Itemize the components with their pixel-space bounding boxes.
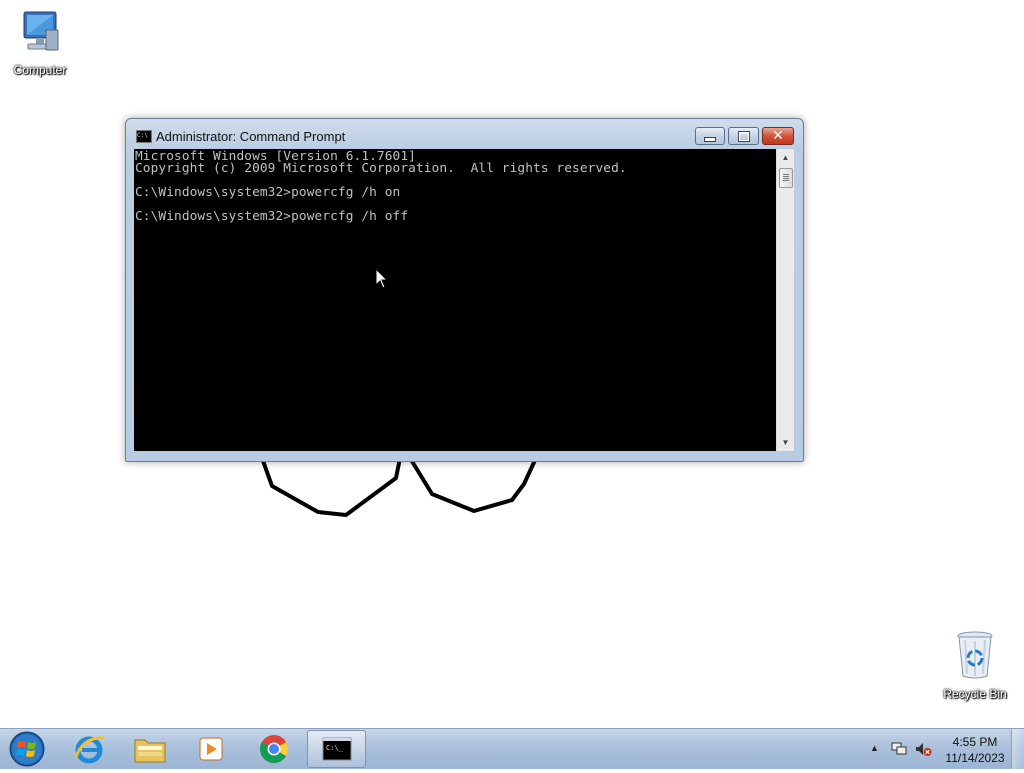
taskbar-clock[interactable]: 4:55 PM 11/14/2023 bbox=[940, 734, 1010, 766]
console-output[interactable]: Microsoft Windows [Version 6.1.7601] Cop… bbox=[134, 149, 776, 451]
folder-icon bbox=[134, 739, 166, 763]
cmd-icon: C:\ bbox=[136, 130, 152, 143]
ie-icon bbox=[74, 736, 104, 764]
recycle-bin-icon bbox=[957, 631, 993, 679]
volume-muted-icon[interactable] bbox=[914, 741, 932, 757]
maximize-button[interactable] bbox=[728, 127, 759, 145]
network-icon[interactable] bbox=[890, 741, 908, 757]
desktop-icon-computer[interactable]: Computer bbox=[0, 8, 80, 77]
taskbar-windows-explorer[interactable] bbox=[121, 730, 179, 768]
command-prompt-window[interactable]: C:\ Administrator: Command Prompt ✕ Micr… bbox=[125, 118, 804, 462]
chrome-icon bbox=[260, 735, 288, 763]
desktop-icon-label: Recycle Bin bbox=[943, 687, 1007, 701]
taskbar-chrome[interactable] bbox=[245, 730, 303, 768]
cmd-icon: C:\_ bbox=[322, 737, 351, 761]
mouse-pointer-icon bbox=[375, 268, 389, 289]
taskbar-command-prompt[interactable]: C:\_ bbox=[307, 730, 366, 768]
close-button[interactable]: ✕ bbox=[762, 127, 794, 145]
computer-icon bbox=[23, 11, 59, 51]
scrollbar-thumb[interactable] bbox=[779, 168, 793, 188]
console-text: Microsoft Windows [Version 6.1.7601] Cop… bbox=[134, 149, 776, 225]
console-line: C:\Windows\system32>powercfg /h off bbox=[135, 209, 409, 224]
clock-date: 11/14/2023 bbox=[945, 751, 1005, 765]
show-desktop-button[interactable] bbox=[1011, 729, 1024, 769]
media-player-icon bbox=[199, 737, 223, 761]
maximize-icon bbox=[737, 130, 750, 142]
taskbar: C:\_ ▲ 4:55 PM 11/14/2023 bbox=[0, 728, 1024, 769]
svg-text:C:\_: C:\_ bbox=[326, 744, 344, 752]
minimize-icon bbox=[704, 136, 716, 142]
console-line: C:\Windows\system32>powercfg /h on bbox=[135, 185, 401, 200]
windows-start-icon bbox=[9, 731, 45, 767]
taskbar-internet-explorer[interactable] bbox=[60, 730, 118, 768]
window-title: Administrator: Command Prompt bbox=[156, 129, 346, 144]
minimize-button[interactable] bbox=[695, 127, 725, 145]
scroll-up-arrow-icon[interactable]: ▲ bbox=[777, 149, 794, 166]
desktop-icon-recycle-bin[interactable]: Recycle Bin bbox=[935, 630, 1015, 701]
start-button[interactable] bbox=[4, 730, 50, 768]
window-titlebar[interactable]: C:\ Administrator: Command Prompt ✕ bbox=[126, 119, 803, 149]
taskbar-media-player[interactable] bbox=[182, 730, 240, 768]
clock-time: 4:55 PM bbox=[952, 735, 998, 749]
close-icon: ✕ bbox=[772, 128, 784, 144]
console-line: Copyright (c) 2009 Microsoft Corporation… bbox=[135, 161, 627, 176]
desktop-icon-label: Computer bbox=[13, 63, 67, 77]
notification-area: ▲ 4:55 PM 11/14/2023 bbox=[864, 729, 1024, 769]
scroll-down-arrow-icon[interactable]: ▼ bbox=[777, 434, 794, 451]
show-hidden-icons-arrow-icon[interactable]: ▲ bbox=[870, 743, 879, 753]
vertical-scrollbar[interactable]: ▲ ▼ bbox=[776, 149, 794, 451]
